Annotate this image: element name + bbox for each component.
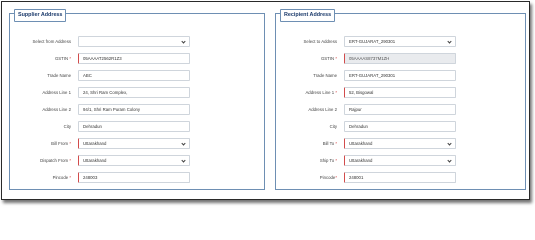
- supplier-pincode-row: Pincode * 248003: [10, 172, 190, 183]
- chevron-down-icon: [447, 158, 452, 163]
- ship-to-label: Ship To *: [319, 158, 337, 163]
- supplier-address-line-1-input[interactable]: 24, Shri Ram Complex,: [78, 87, 190, 98]
- recipient-address-line-1-row: Address Line 1 * 52, Bisgowal: [276, 87, 456, 98]
- select-from-address-dropdown[interactable]: [78, 36, 190, 47]
- chevron-down-icon: [181, 141, 186, 146]
- supplier-address-line-2-row: Address Line 2 94/1, Shri Ram Puram Colo…: [10, 104, 190, 115]
- dispatch-from-label: Dispatch From *: [40, 158, 71, 163]
- ship-to-row: Ship To * Uttarakhand: [276, 155, 456, 166]
- supplier-gstin-row: GSTIN * 05AAAAT2562R1Z3: [10, 53, 190, 64]
- supplier-trade-name-label: Trade Name: [47, 73, 71, 78]
- select-to-address-dropdown[interactable]: ERT-GUJARAT_290301: [344, 36, 456, 47]
- recipient-address-line-1-label: Address Line 1 *: [305, 90, 337, 95]
- recipient-pincode-label: Pincode*: [319, 175, 337, 180]
- recipient-trade-name-row: Trade Name ERT-GUJARAT_290301: [276, 70, 456, 81]
- dispatch-from-dropdown[interactable]: Uttarakhand: [78, 155, 190, 166]
- bill-to-row: Bill To * Uttarakhand: [276, 138, 456, 149]
- chevron-down-icon: [447, 141, 452, 146]
- supplier-address-line-1-row: Address Line 1 24, Shri Ram Complex,: [10, 87, 190, 98]
- select-from-address-row: Select from Address: [10, 36, 190, 47]
- supplier-city-label: City: [63, 124, 71, 129]
- recipient-city-label: City: [329, 124, 337, 129]
- recipient-address-title: Recipient Address: [280, 9, 336, 22]
- bill-to-label: Bill To *: [322, 141, 337, 146]
- recipient-address-line-2-input[interactable]: Rajpur: [344, 104, 456, 115]
- bill-from-dropdown[interactable]: Uttarakhand: [78, 138, 190, 149]
- recipient-address-panel: Recipient Address Select to Address ERT-…: [275, 9, 526, 190]
- recipient-trade-name-label: Trade Name: [313, 73, 337, 78]
- supplier-city-input[interactable]: Dehradun: [78, 121, 190, 132]
- ship-to-dropdown[interactable]: Uttarakhand: [344, 155, 456, 166]
- recipient-pincode-row: Pincode* 248001: [276, 172, 456, 183]
- bill-from-label: Bill From *: [51, 141, 71, 146]
- supplier-address-line-2-label: Address Line 2: [42, 107, 71, 112]
- supplier-trade-name-row: Trade Name ABC: [10, 70, 190, 81]
- recipient-pincode-input[interactable]: 248001: [344, 172, 456, 183]
- select-from-address-label: Select from Address: [32, 39, 71, 44]
- recipient-address-line-2-label: Address Line 2: [308, 107, 337, 112]
- recipient-city-row: City Dehradun: [276, 121, 456, 132]
- supplier-pincode-input[interactable]: 248003: [78, 172, 190, 183]
- select-to-address-row: Select to Address ERT-GUJARAT_290301: [276, 36, 456, 47]
- supplier-pincode-label: Pincode *: [52, 175, 71, 180]
- recipient-gstin-label: GSTIN *: [320, 56, 337, 61]
- bill-to-dropdown[interactable]: Uttarakhand: [344, 138, 456, 149]
- supplier-city-row: City Dehradun: [10, 121, 190, 132]
- dispatch-from-row: Dispatch From * Uttarakhand: [10, 155, 190, 166]
- supplier-address-title: Supplier Address: [14, 9, 67, 22]
- chevron-down-icon: [181, 39, 186, 44]
- supplier-gstin-label: GSTIN *: [54, 56, 71, 61]
- recipient-gstin-input: 05AAAAS8737M1ZH: [344, 53, 456, 64]
- address-form-window: Supplier Address Select from Address GST…: [1, 1, 530, 200]
- recipient-gstin-row: GSTIN * 05AAAAS8737M1ZH: [276, 53, 456, 64]
- supplier-gstin-input[interactable]: 05AAAAT2562R1Z3: [78, 53, 190, 64]
- recipient-address-line-2-row: Address Line 2 Rajpur: [276, 104, 456, 115]
- chevron-down-icon: [181, 158, 186, 163]
- recipient-city-input[interactable]: Dehradun: [344, 121, 456, 132]
- select-to-address-label: Select to Address: [303, 39, 337, 44]
- supplier-trade-name-input[interactable]: ABC: [78, 70, 190, 81]
- bill-from-row: Bill From * Uttarakhand: [10, 138, 190, 149]
- supplier-address-panel: Supplier Address Select from Address GST…: [9, 9, 265, 190]
- chevron-down-icon: [447, 39, 452, 44]
- recipient-trade-name-input[interactable]: ERT-GUJARAT_290301: [344, 70, 456, 81]
- supplier-address-line-1-label: Address Line 1: [42, 90, 71, 95]
- recipient-address-line-1-input[interactable]: 52, Bisgowal: [344, 87, 456, 98]
- supplier-address-line-2-input[interactable]: 94/1, Shri Ram Puram Colony: [78, 104, 190, 115]
